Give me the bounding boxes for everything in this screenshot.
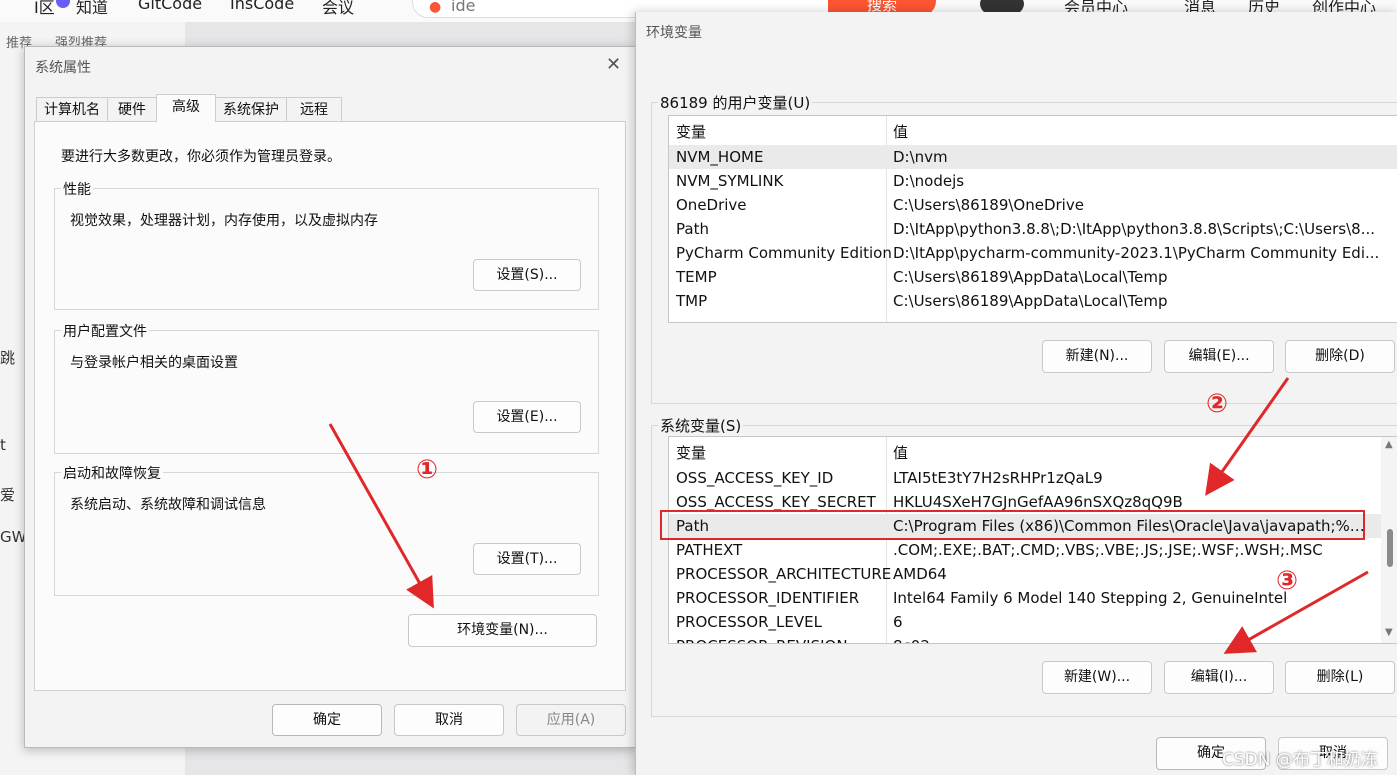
arrow-1: [328, 423, 434, 609]
watermark: CSDN @布丁和奶冻: [1222, 750, 1378, 770]
annotation-1: ①: [416, 455, 439, 485]
annotation-2: ②: [1206, 389, 1229, 419]
tab-advanced[interactable]: 高级: [156, 94, 216, 122]
arrow-3: [1223, 570, 1369, 654]
annotation-3: ③: [1276, 566, 1299, 596]
